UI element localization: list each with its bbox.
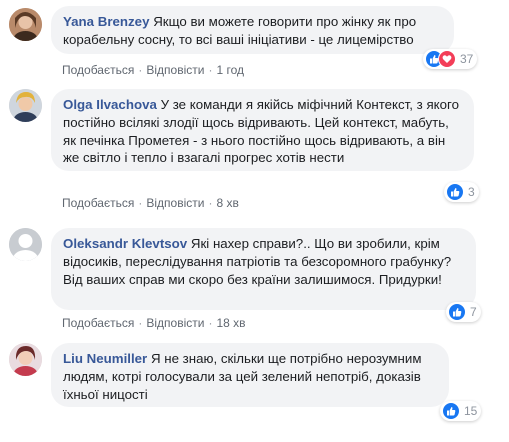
comment-text: Liu Neumiller Я не знаю, скільки ще потр… <box>63 351 426 402</box>
comment-author[interactable]: Liu Neumiller <box>63 351 147 366</box>
reply-button[interactable]: Відповісти <box>146 316 204 330</box>
comment-author[interactable]: Oleksandr Klevtsov <box>63 236 187 251</box>
comment-author[interactable]: Olga Ilvachova <box>63 97 157 112</box>
timestamp[interactable]: 8 хв <box>216 196 238 210</box>
reaction-summary[interactable]: 37 <box>423 49 478 69</box>
reply-button[interactable]: Відповісти <box>146 196 204 210</box>
timestamp[interactable]: 1 год <box>216 63 244 77</box>
comment-actions: Подобається · Відповісти · 8 хв <box>62 196 239 210</box>
separator: · <box>138 63 143 77</box>
reaction-count: 37 <box>460 52 474 66</box>
comment-bubble: Liu Neumiller Я не знаю, скільки ще потр… <box>51 343 449 407</box>
comment-text: Olga Ilvachova У зе команди я якійсь міф… <box>63 97 463 166</box>
avatar[interactable] <box>9 343 42 376</box>
reaction-summary[interactable]: 3 <box>444 182 479 202</box>
separator: · <box>208 63 213 77</box>
comment: Oleksandr Klevtsov Які нахер справи?.. Щ… <box>0 224 509 334</box>
comment-author[interactable]: Yana Brenzey <box>63 14 149 29</box>
comment-bubble: Oleksandr Klevtsov Які нахер справи?.. Щ… <box>51 228 476 310</box>
comment-text: Oleksandr Klevtsov Які нахер справи?.. Щ… <box>63 236 455 287</box>
like-button[interactable]: Подобається <box>62 316 134 330</box>
like-button[interactable]: Подобається <box>62 196 134 210</box>
reaction-count: 15 <box>464 404 478 418</box>
avatar[interactable] <box>9 8 42 41</box>
reaction-count: 3 <box>468 185 475 199</box>
timestamp[interactable]: 18 хв <box>216 316 245 330</box>
comment-bubble: Yana Brenzey Якщо ви можете говорити про… <box>51 6 454 54</box>
comment-bubble: Olga Ilvachova У зе команди я якійсь міф… <box>51 89 474 171</box>
reply-button[interactable]: Відповісти <box>146 63 204 77</box>
comment-actions: Подобається · Відповісти · 18 хв <box>62 316 246 330</box>
like-icon <box>446 183 464 201</box>
reaction-count: 7 <box>470 305 477 319</box>
reaction-summary[interactable]: 15 <box>440 401 482 421</box>
separator: · <box>138 316 143 330</box>
separator: · <box>138 196 143 210</box>
separator: · <box>208 316 213 330</box>
avatar[interactable] <box>9 89 42 122</box>
comment-text: Yana Brenzey Якщо ви можете говорити про… <box>63 14 420 47</box>
comment: Yana Brenzey Якщо ви можете говорити про… <box>0 0 509 84</box>
separator: · <box>208 196 213 210</box>
reaction-summary[interactable]: 7 <box>446 302 481 322</box>
avatar[interactable] <box>9 228 42 261</box>
comment-actions: Подобається · Відповісти · 1 год <box>62 63 244 77</box>
love-icon <box>438 50 456 68</box>
comment: Liu Neumiller Я не знаю, скільки ще потр… <box>0 338 509 442</box>
like-icon <box>442 402 460 420</box>
comment: Olga Ilvachova У зе команди я якійсь міф… <box>0 84 509 210</box>
like-button[interactable]: Подобається <box>62 63 134 77</box>
like-icon <box>448 303 466 321</box>
